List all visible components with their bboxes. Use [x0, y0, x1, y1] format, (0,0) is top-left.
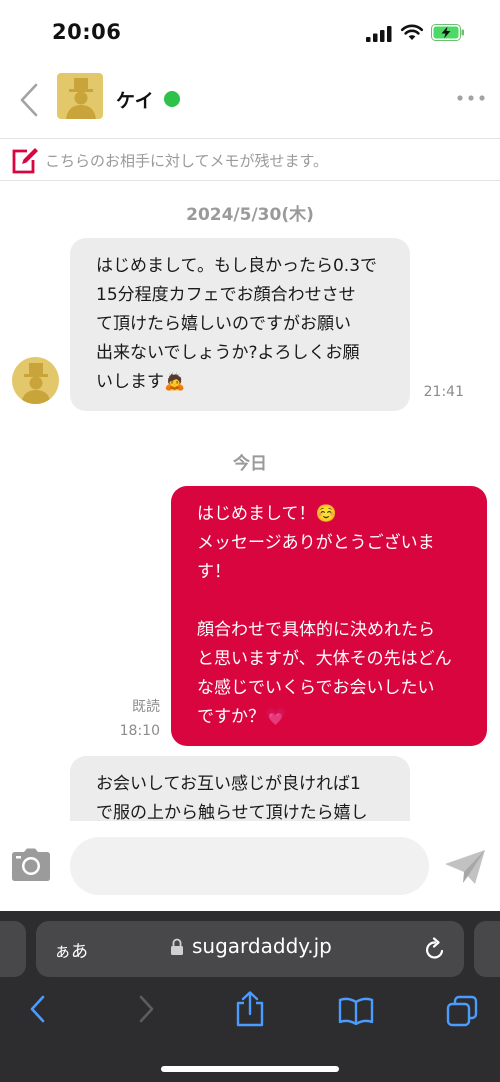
cellular-signal-icon	[366, 26, 392, 42]
contact-avatar[interactable]	[57, 73, 103, 119]
reader-options-button[interactable]: ぁあ	[54, 937, 88, 962]
memo-bar[interactable]: こちらのお相手に対してメモが残せます。	[0, 138, 500, 181]
browser-bottom-bar: ぁあ sugardaddy.jp	[0, 911, 500, 1082]
message-timestamp: 18:10	[119, 723, 160, 739]
wifi-icon	[400, 24, 424, 40]
next-tab-preview[interactable]	[474, 921, 500, 977]
send-paper-plane-icon[interactable]	[444, 849, 486, 885]
date-separator: 今日	[233, 454, 267, 474]
bookmarks-icon[interactable]	[338, 997, 374, 1025]
contact-name[interactable]: ケイ	[116, 86, 154, 113]
top-hat-gentleman-icon	[12, 357, 59, 404]
message-input[interactable]	[70, 837, 429, 895]
memo-placeholder: こちらのお相手に対してメモが残せます。	[45, 152, 329, 170]
read-receipt: 既読	[132, 699, 160, 715]
more-options-icon[interactable]	[456, 90, 486, 106]
share-icon[interactable]	[234, 991, 266, 1027]
status-time: 20:06	[52, 20, 122, 44]
camera-icon[interactable]	[11, 848, 51, 882]
url-text[interactable]: sugardaddy.jp	[192, 934, 332, 958]
address-bar[interactable]: ぁあ sugardaddy.jp	[36, 921, 464, 977]
date-separator: 2024/5/30(木)	[186, 205, 314, 225]
home-indicator	[161, 1066, 339, 1072]
incoming-message-bubble[interactable]: お会いしてお互い感じが良ければ1 で服の上から触らせて頂けたら嬉し	[70, 756, 410, 821]
message-list[interactable]: 2024/5/30(木) はじめまして。もし良かったら0.3で 15分程度カフェ…	[0, 181, 500, 821]
browser-back-icon[interactable]	[26, 991, 50, 1027]
previous-tab-preview[interactable]	[0, 921, 26, 977]
chat-header: ケイ	[0, 62, 500, 138]
top-hat-gentleman-icon	[57, 73, 103, 119]
memo-edit-icon	[12, 148, 38, 174]
message-timestamp: 21:41	[423, 384, 464, 400]
app-screen: 20:06 ケイ こちらのお相手に対してメモが残せます。 2024/5/30(木…	[0, 0, 500, 1082]
tabs-icon[interactable]	[446, 995, 478, 1027]
reload-icon[interactable]	[424, 937, 446, 961]
battery-charging-icon	[431, 24, 464, 41]
back-chevron-icon[interactable]	[14, 80, 46, 120]
outgoing-message-bubble[interactable]: はじめまして！☺️ メッセージありがとうございま す！ 顔合わせで具体的に決めれ…	[171, 486, 487, 746]
sender-avatar[interactable]	[12, 357, 59, 404]
status-bar: 20:06	[0, 0, 500, 62]
lock-icon	[171, 938, 183, 955]
message-composer	[0, 821, 500, 911]
online-status-dot	[164, 91, 180, 107]
incoming-message-bubble[interactable]: はじめまして。もし良かったら0.3で 15分程度カフェでお顔合わせさせ て頂けた…	[70, 238, 410, 411]
browser-forward-icon[interactable]	[134, 991, 158, 1027]
